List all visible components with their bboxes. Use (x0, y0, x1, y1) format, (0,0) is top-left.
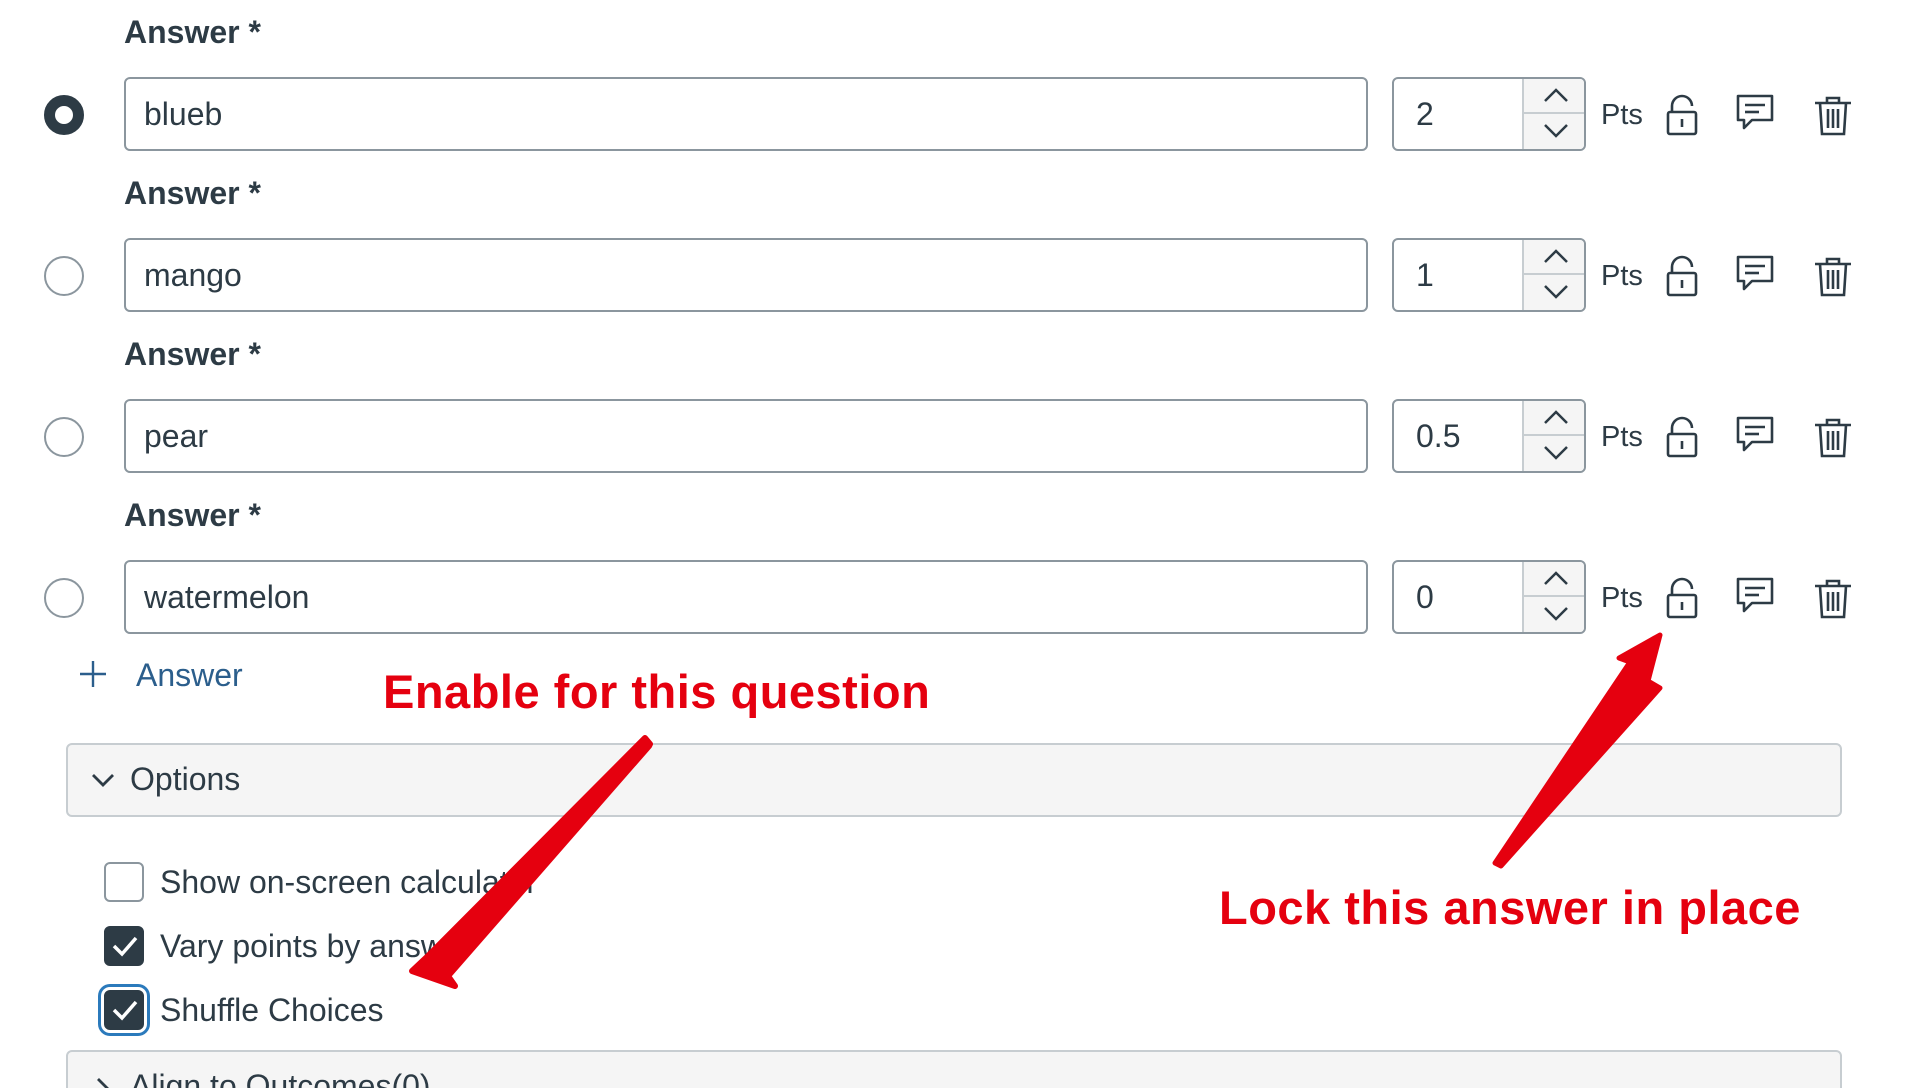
vary-points-label: Vary points by answer (160, 928, 473, 964)
unlock-icon (1666, 94, 1698, 136)
chevron-up-icon (1544, 571, 1568, 585)
trash-icon (1815, 579, 1851, 619)
increment-button[interactable] (1524, 401, 1584, 436)
stepper-controls (1522, 401, 1584, 471)
unlock-icon (1666, 577, 1698, 619)
feedback-button[interactable] (1734, 575, 1778, 619)
plus-icon (80, 661, 106, 687)
feedback-icon (1736, 255, 1774, 291)
answer-text-input[interactable]: watermelon (124, 560, 1368, 634)
points-input[interactable]: 0 (1394, 562, 1522, 632)
chevron-up-icon (1544, 410, 1568, 424)
chevron-down-icon (1544, 124, 1568, 138)
options-toggle[interactable]: Options (66, 743, 1842, 817)
outcomes-header: Align to Outcomes(0) (130, 1068, 431, 1088)
lock-answer-button[interactable] (1662, 94, 1706, 138)
trash-icon (1815, 418, 1851, 458)
pts-label: Pts (1601, 260, 1643, 292)
answer-text-input[interactable]: mango (124, 238, 1368, 312)
lock-answer-button[interactable] (1662, 416, 1706, 460)
add-answer-label: Answer (136, 657, 243, 693)
correct-answer-radio[interactable] (44, 95, 84, 135)
shuffle-choices-label: Shuffle Choices (160, 992, 384, 1028)
chevron-right-icon (97, 1078, 109, 1088)
correct-answer-radio[interactable] (44, 256, 84, 296)
delete-answer-button[interactable] (1812, 94, 1856, 138)
answer-label: Answer * (124, 14, 261, 50)
stepper-controls (1522, 562, 1584, 632)
lock-answer-button[interactable] (1662, 255, 1706, 299)
pts-label: Pts (1601, 582, 1643, 614)
chevron-up-icon (1544, 88, 1568, 102)
feedback-button[interactable] (1734, 414, 1778, 458)
increment-button[interactable] (1524, 79, 1584, 114)
feedback-button[interactable] (1734, 92, 1778, 136)
feedback-icon (1736, 577, 1774, 613)
trash-icon (1815, 257, 1851, 297)
enable-callout: Enable for this question (383, 665, 931, 718)
points-stepper[interactable]: 1 (1392, 238, 1586, 312)
lock-callout: Lock this answer in place (1219, 881, 1801, 934)
answer-label: Answer * (124, 336, 261, 372)
unlock-icon (1666, 255, 1698, 297)
decrement-button[interactable] (1524, 114, 1584, 149)
trash-icon (1815, 96, 1851, 136)
unlock-icon (1666, 416, 1698, 458)
checkmark-icon (112, 1000, 138, 1021)
answer-label: Answer * (124, 175, 261, 211)
chevron-down-icon (1544, 285, 1568, 299)
decrement-button[interactable] (1524, 597, 1584, 632)
options-header: Options (130, 761, 241, 797)
pts-label: Pts (1601, 99, 1643, 131)
vary-points-checkbox[interactable] (104, 926, 144, 966)
chevron-down-icon (1544, 607, 1568, 621)
quiz-answer-editor: Answer * blueb 2 Pts Answer * mango 1 Pt… (0, 0, 1906, 1088)
answer-label: Answer * (124, 497, 261, 533)
pts-label: Pts (1601, 421, 1643, 453)
decrement-button[interactable] (1524, 436, 1584, 471)
feedback-icon (1736, 94, 1774, 130)
points-stepper[interactable]: 2 (1392, 77, 1586, 151)
answer-text-input[interactable]: pear (124, 399, 1368, 473)
points-stepper[interactable]: 0 (1392, 560, 1586, 634)
correct-answer-radio[interactable] (44, 578, 84, 618)
points-stepper[interactable]: 0.5 (1392, 399, 1586, 473)
stepper-controls (1522, 79, 1584, 149)
outcomes-toggle[interactable]: Align to Outcomes(0) (66, 1050, 1842, 1088)
feedback-button[interactable] (1734, 253, 1778, 297)
correct-answer-radio[interactable] (44, 417, 84, 457)
chevron-down-icon (1544, 446, 1568, 460)
checkmark-icon (112, 936, 138, 957)
stepper-controls (1522, 240, 1584, 310)
increment-button[interactable] (1524, 562, 1584, 597)
chevron-up-icon (1544, 249, 1568, 263)
shuffle-choices-checkbox[interactable] (104, 990, 144, 1030)
calculator-checkbox[interactable] (104, 862, 144, 902)
delete-answer-button[interactable] (1812, 416, 1856, 460)
points-input[interactable]: 1 (1394, 240, 1522, 310)
points-input[interactable]: 0.5 (1394, 401, 1522, 471)
chevron-down-icon (92, 774, 114, 787)
feedback-icon (1736, 416, 1774, 452)
delete-answer-button[interactable] (1812, 577, 1856, 621)
delete-answer-button[interactable] (1812, 255, 1856, 299)
lock-answer-button[interactable] (1662, 577, 1706, 621)
answer-text-input[interactable]: blueb (124, 77, 1368, 151)
points-input[interactable]: 2 (1394, 79, 1522, 149)
calculator-label: Show on-screen calculator (160, 864, 538, 900)
decrement-button[interactable] (1524, 275, 1584, 310)
increment-button[interactable] (1524, 240, 1584, 275)
